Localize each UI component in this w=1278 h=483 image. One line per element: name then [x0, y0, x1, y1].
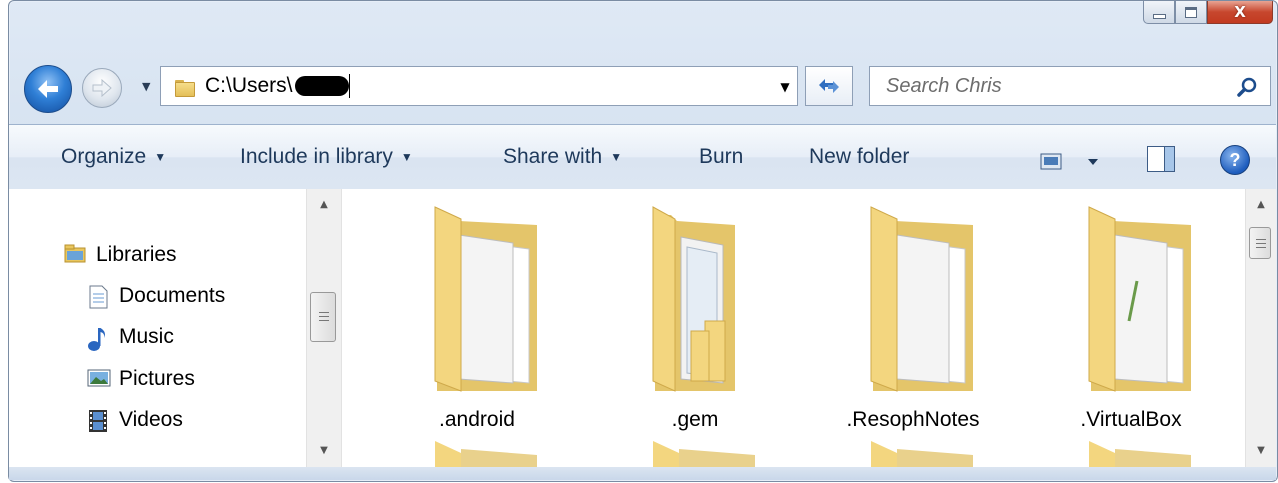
address-bar[interactable]: C:\Users\ ▼	[160, 66, 798, 106]
close-button[interactable]: X	[1207, 1, 1273, 24]
music-icon	[87, 326, 109, 351]
refresh-icon	[819, 79, 839, 93]
chevron-down-icon: ▼	[154, 150, 167, 164]
scroll-up-icon[interactable]: ▲	[307, 195, 341, 215]
folder-name: .gem	[671, 408, 719, 431]
include-in-library-menu[interactable]: Include in library ▼	[240, 125, 413, 189]
folder-item[interactable]: .gem	[595, 201, 795, 441]
folder-name: .VirtualBox	[1080, 408, 1182, 431]
navigation-scrollbar[interactable]: ▲ ▼	[306, 189, 342, 467]
burn-button[interactable]: Burn	[699, 125, 743, 189]
help-button[interactable]: ?	[1220, 145, 1250, 175]
forward-button[interactable]	[82, 68, 122, 108]
search-icon[interactable]	[1236, 75, 1260, 99]
help-icon: ?	[1229, 149, 1241, 170]
scroll-thumb[interactable]	[310, 292, 336, 342]
pictures-icon	[87, 368, 111, 390]
redaction-mark	[294, 76, 349, 97]
back-arrow-icon	[38, 80, 58, 98]
folder-icon	[1088, 206, 1191, 392]
scroll-up-icon[interactable]: ▲	[1246, 195, 1276, 215]
chevron-down-icon: ▼	[610, 150, 623, 164]
folder-icon	[435, 441, 1191, 467]
search-box[interactable]	[869, 66, 1271, 106]
folder-name: .android	[439, 408, 515, 431]
file-list: .android .gem .ResophNotes .VirtualBox	[342, 189, 1244, 467]
sidebar-item-label: Videos	[119, 408, 183, 431]
sidebar-item-label: Documents	[119, 284, 226, 307]
sidebar-item-pictures[interactable]: Pictures	[87, 367, 195, 391]
sidebar-item-label: Pictures	[119, 367, 195, 390]
change-view-button[interactable]	[1040, 152, 1110, 176]
window-bottom-edge	[9, 467, 1276, 480]
minimize-button[interactable]	[1143, 1, 1175, 24]
address-path: C:\Users\	[205, 74, 350, 99]
folder-icon	[175, 78, 195, 97]
folder-item[interactable]: .VirtualBox	[1031, 201, 1231, 441]
share-with-menu[interactable]: Share with ▼	[503, 125, 622, 189]
documents-icon	[87, 285, 109, 309]
folder-item[interactable]: .android	[377, 201, 577, 441]
view-icon	[1040, 153, 1098, 170]
sidebar-item-label: Libraries	[96, 243, 177, 266]
scroll-down-icon[interactable]: ▼	[307, 441, 341, 461]
folder-icon	[870, 206, 973, 392]
scroll-down-icon[interactable]: ▼	[1246, 441, 1276, 461]
new-folder-button[interactable]: New folder	[809, 125, 909, 189]
search-input[interactable]	[884, 73, 1218, 99]
close-icon: X	[1234, 3, 1246, 21]
organize-menu[interactable]: Organize ▼	[61, 125, 166, 189]
minimize-icon	[1152, 13, 1166, 19]
sidebar-item-label: Music	[119, 325, 174, 348]
include-label: Include in library	[240, 145, 393, 168]
new-folder-label: New folder	[809, 145, 910, 168]
preview-pane-button[interactable]	[1147, 146, 1175, 172]
folder-icon	[434, 206, 537, 392]
refresh-button[interactable]	[805, 66, 853, 106]
folder-icon	[652, 206, 735, 392]
share-label: Share with	[503, 145, 603, 168]
libraries-icon	[64, 244, 86, 266]
history-dropdown[interactable]: ▼	[142, 80, 150, 93]
sidebar-item-videos[interactable]: Videos	[87, 408, 183, 432]
scroll-thumb[interactable]	[1249, 227, 1271, 259]
content-scrollbar[interactable]: ▲ ▼	[1245, 189, 1276, 467]
navigation-pane: Libraries Documents Music Pictures Video…	[9, 189, 304, 467]
back-button[interactable]	[24, 65, 72, 113]
folder-name: .ResophNotes	[846, 408, 980, 431]
forward-arrow-icon	[92, 79, 112, 97]
sidebar-item-music[interactable]: Music	[87, 325, 174, 351]
maximize-icon	[1185, 6, 1197, 18]
caption-buttons: X	[1143, 1, 1273, 24]
sidebar-item-libraries[interactable]: Libraries	[64, 243, 177, 267]
chevron-down-icon: ▼	[400, 150, 413, 164]
sidebar-item-documents[interactable]: Documents	[87, 284, 226, 309]
burn-label: Burn	[699, 145, 744, 168]
content-area: Libraries Documents Music Pictures Video…	[9, 189, 1276, 467]
maximize-button[interactable]	[1175, 1, 1207, 24]
address-dropdown[interactable]: ▼	[777, 77, 793, 97]
organize-label: Organize	[61, 145, 147, 168]
videos-icon	[87, 409, 109, 432]
folder-item[interactable]: .ResophNotes	[813, 201, 1013, 441]
